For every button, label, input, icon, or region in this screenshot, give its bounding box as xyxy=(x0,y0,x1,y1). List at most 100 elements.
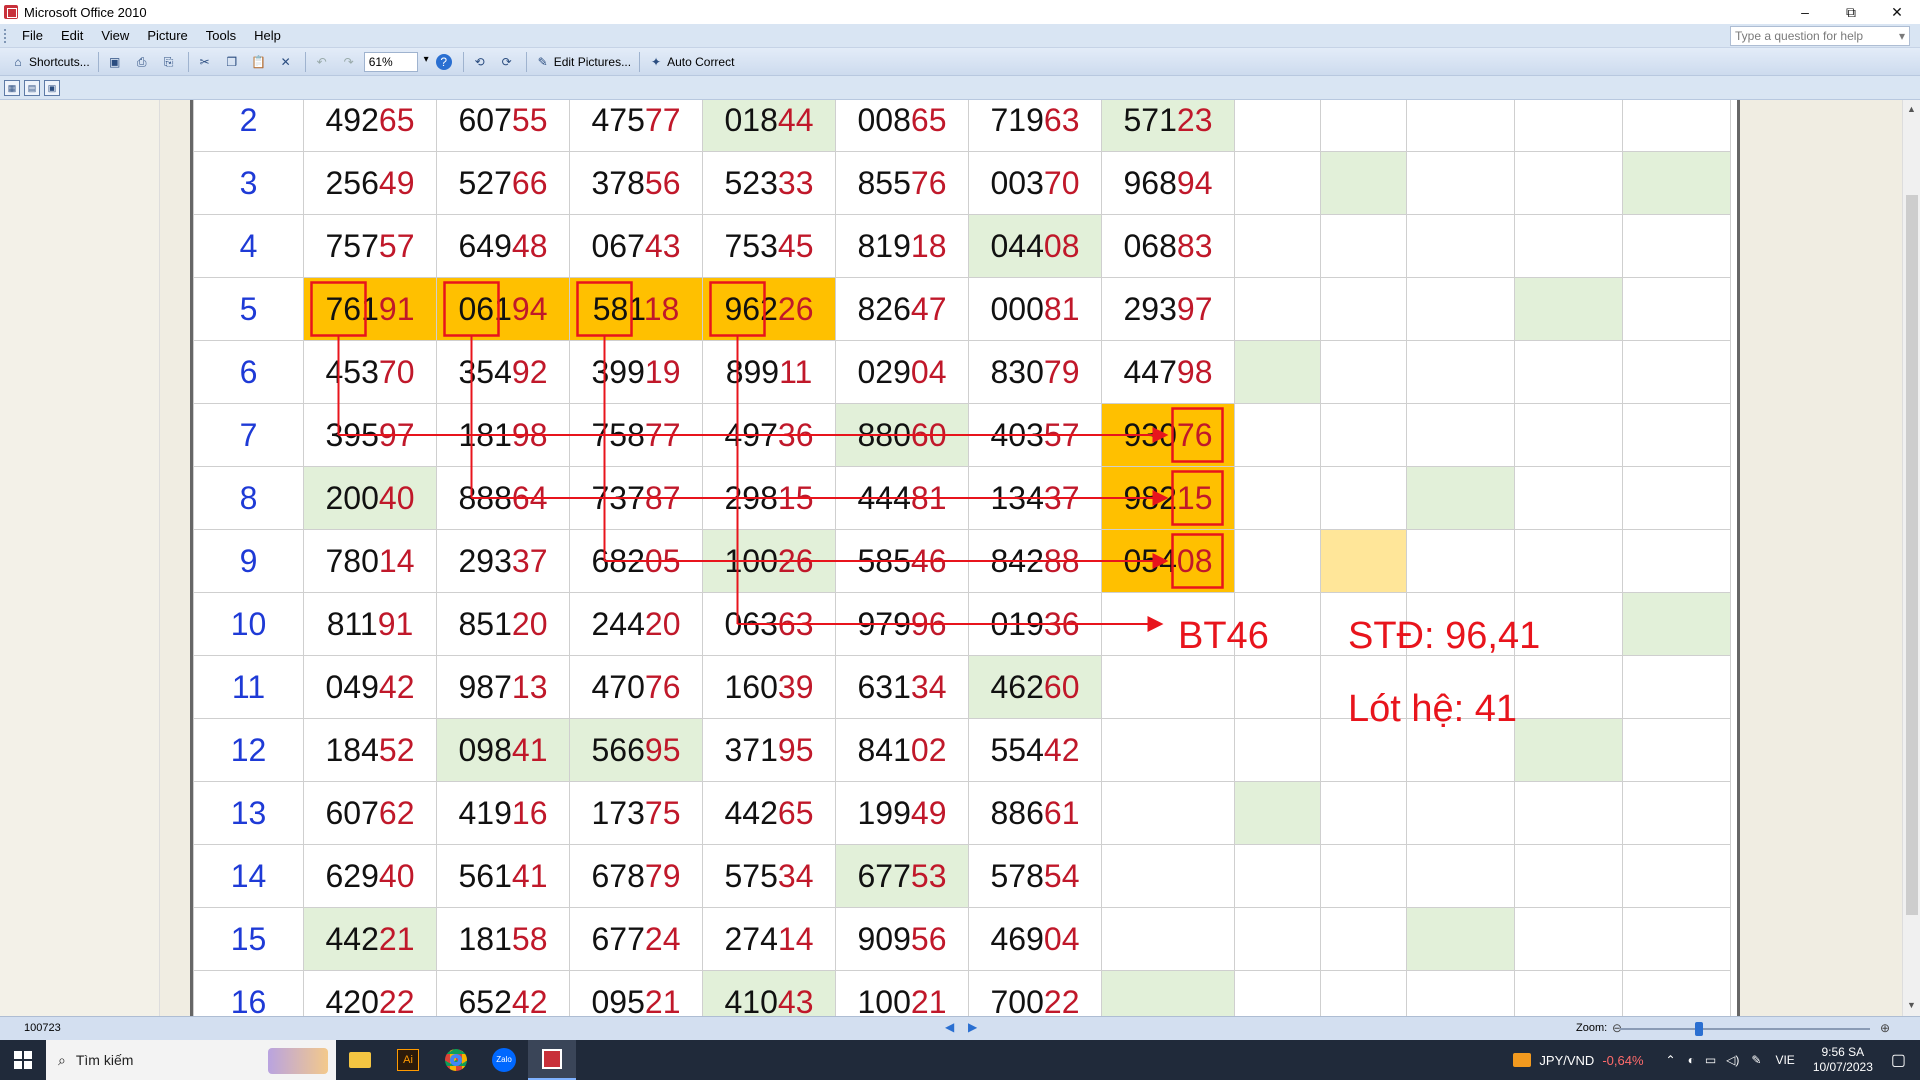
office-app-icon xyxy=(4,5,18,19)
volume-icon[interactable]: ◁) xyxy=(1726,1053,1739,1067)
zoom-slider[interactable] xyxy=(1620,1022,1870,1036)
search-placeholder: Tìm kiếm xyxy=(75,1052,134,1068)
taskbar-chrome[interactable] xyxy=(432,1040,480,1080)
number-cell: 76191 xyxy=(303,277,437,341)
taskbar-illustrator[interactable]: Ai xyxy=(384,1040,432,1080)
clock-time: 9:56 SA xyxy=(1821,1045,1865,1059)
number-cell: 60762 xyxy=(303,781,437,845)
number-tail: 53 xyxy=(910,857,947,894)
undo-button[interactable]: ↶ xyxy=(310,51,337,73)
number-cell: 35492 xyxy=(436,340,570,404)
menu-edit[interactable]: Edit xyxy=(52,28,92,43)
meet-icon[interactable]: ◐ xyxy=(1688,1053,1695,1067)
toolbar-separator xyxy=(304,51,306,72)
chevron-down-icon[interactable]: ▾ xyxy=(1899,29,1905,43)
edit-pictures-button[interactable]: ✎ Edit Pictures... xyxy=(531,51,635,73)
empty-cell xyxy=(1622,592,1731,656)
shortcuts-button[interactable]: ⌂ Shortcuts... xyxy=(6,51,94,73)
taskbar-zalo[interactable]: Zalo xyxy=(480,1040,528,1080)
start-button[interactable] xyxy=(0,1040,46,1080)
menu-tools[interactable]: Tools xyxy=(197,28,245,43)
save-button[interactable]: ▣ xyxy=(103,51,130,73)
copy-button[interactable]: ❐ xyxy=(220,51,247,73)
menu-view[interactable]: View xyxy=(92,28,138,43)
clock[interactable]: 9:56 SA 10/07/2023 xyxy=(1813,1045,1873,1075)
empty-cell xyxy=(1514,844,1623,908)
ticker-symbol[interactable]: JPY/VND xyxy=(1539,1053,1594,1068)
number-cell: 81918 xyxy=(835,214,969,278)
number-head: 469 xyxy=(990,920,1044,957)
filmstrip-view-icon[interactable]: ▤ xyxy=(24,79,40,96)
network-icon[interactable]: ▭ xyxy=(1705,1053,1716,1067)
empty-cell xyxy=(1406,844,1515,908)
print-button[interactable]: ⎙ xyxy=(130,51,157,73)
number-head: 819 xyxy=(857,227,911,264)
rotate-right-button[interactable]: ⟳ xyxy=(495,51,522,73)
auto-correct-button[interactable]: ✦ Auto Correct xyxy=(644,51,738,73)
empty-cell xyxy=(1514,970,1623,1016)
next-picture-icon[interactable]: ▶ xyxy=(968,1020,977,1034)
number-cell: 46260 xyxy=(968,655,1102,719)
redo-button[interactable]: ↷ xyxy=(337,51,364,73)
thumbnail-view-icon[interactable]: ▦ xyxy=(4,79,20,96)
close-icon[interactable]: ✕ xyxy=(1874,0,1920,24)
minimize-icon[interactable]: – xyxy=(1782,0,1828,24)
scroll-thumb[interactable] xyxy=(1906,195,1918,915)
zoom-select[interactable]: 61% xyxy=(363,51,429,72)
single-picture-view-icon[interactable]: ▣ xyxy=(44,79,60,96)
number-tail: 94 xyxy=(1176,164,1213,201)
number-head: 982 xyxy=(1123,479,1177,516)
auto-correct-icon: ✦ xyxy=(651,54,662,69)
number-cell: 98215 xyxy=(1101,466,1235,530)
number-head: 293 xyxy=(458,542,512,579)
zoom-slider-thumb[interactable] xyxy=(1695,1022,1703,1036)
empty-cell xyxy=(1234,844,1321,908)
zoom-in-icon[interactable]: ⊕ xyxy=(1880,1021,1890,1035)
number-tail: 16 xyxy=(511,794,548,831)
taskbar-file-explorer[interactable] xyxy=(336,1040,384,1080)
print-preview-button[interactable]: ⎘ xyxy=(157,51,184,73)
number-tail: 36 xyxy=(777,416,814,453)
number-cell: 00865 xyxy=(835,100,969,152)
menu-file[interactable]: File xyxy=(13,28,52,43)
taskbar-picture-manager[interactable] xyxy=(528,1040,576,1080)
delete-button[interactable]: ✕ xyxy=(274,51,301,73)
rotate-left-button[interactable]: ⟲ xyxy=(468,51,495,73)
number-tail: 14 xyxy=(777,920,814,957)
notification-icon[interactable]: ▢ xyxy=(1891,1050,1906,1070)
pen-icon[interactable]: ✎ xyxy=(1751,1053,1761,1067)
ticker-change: -0,64% xyxy=(1602,1052,1644,1068)
help-button[interactable]: ? xyxy=(432,51,459,73)
cut-button[interactable]: ✂ xyxy=(193,51,220,73)
language-indicator[interactable]: VIE xyxy=(1775,1053,1794,1067)
prev-picture-icon[interactable]: ◀ xyxy=(945,1020,954,1034)
shortcuts-icon: ⌂ xyxy=(14,54,22,69)
empty-cell xyxy=(1514,151,1623,215)
number-head: 649 xyxy=(458,227,512,264)
restore-icon[interactable]: ⧉ xyxy=(1828,0,1874,24)
chevron-up-icon[interactable]: ⌃ xyxy=(1666,1053,1676,1067)
menu-picture[interactable]: Picture xyxy=(138,28,196,43)
number-head: 607 xyxy=(458,101,512,138)
toolbar-separator xyxy=(187,51,189,72)
taskbar-search[interactable]: ⌕ Tìm kiếm xyxy=(46,1040,336,1080)
number-tail: 24 xyxy=(644,920,681,957)
toolbar-separator xyxy=(462,51,464,72)
number-head: 256 xyxy=(325,164,379,201)
paste-button[interactable]: 📋 xyxy=(247,51,274,73)
help-search-input[interactable]: Type a question for help ▾ xyxy=(1730,26,1910,46)
number-head: 298 xyxy=(724,479,778,516)
menu-grip[interactable] xyxy=(4,28,7,43)
number-cell: 97996 xyxy=(835,592,969,656)
vertical-scrollbar[interactable]: ▲ ▼ xyxy=(1902,100,1920,1016)
number-cell: 09841 xyxy=(436,718,570,782)
table-row: 13 60762 41916 17375 44265 19949 88661 xyxy=(193,781,1731,845)
scroll-down-icon[interactable]: ▼ xyxy=(1907,1000,1916,1010)
scroll-up-icon[interactable]: ▲ xyxy=(1907,104,1916,114)
number-tail: 76 xyxy=(644,668,681,705)
number-cell: 57854 xyxy=(968,844,1102,908)
menu-help[interactable]: Help xyxy=(245,28,290,43)
number-cell: 06883 xyxy=(1101,214,1235,278)
number-tail: 02 xyxy=(910,731,947,768)
table-row: 3 25649 52766 37856 52333 85576 00370 96894 xyxy=(193,151,1731,215)
